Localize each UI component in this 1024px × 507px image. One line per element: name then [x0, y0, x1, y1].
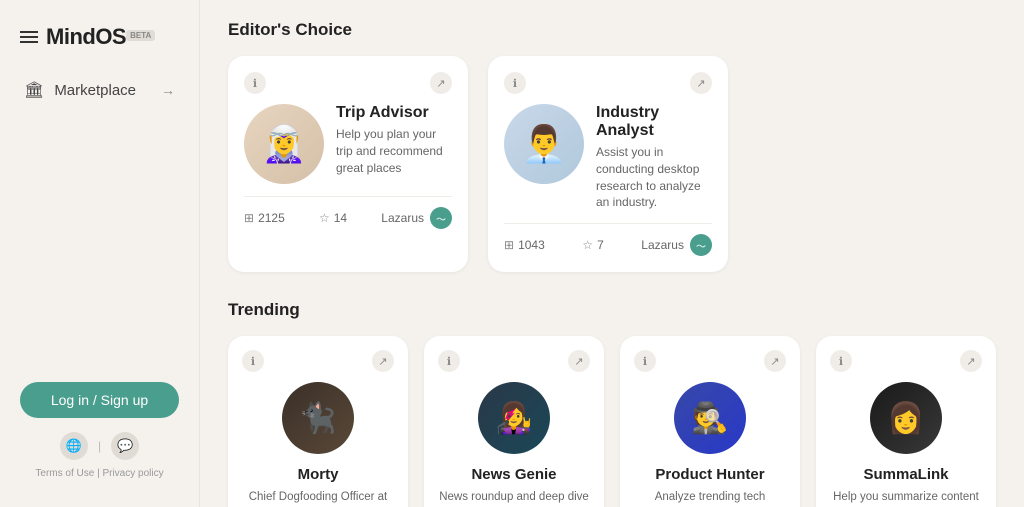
summalink-desc: Help you summarize content of web pages — [830, 489, 982, 507]
news-genie-name: News Genie — [438, 466, 590, 483]
share-icon[interactable]: ↗ — [568, 350, 590, 372]
trending-section: Trending ℹ ↗ 🐈‍⬛ Morty Chief Dogfooding … — [228, 300, 996, 507]
share-icon[interactable]: ↗ — [764, 350, 786, 372]
summalink-name: SummaLink — [830, 466, 982, 483]
industry-analyst-avatar: 👨‍💼 — [504, 104, 584, 184]
star-icon: ☆ — [582, 238, 593, 252]
product-hunter-name: Product Hunter — [634, 466, 786, 483]
share-icon[interactable]: ↗ — [960, 350, 982, 372]
trending-title: Trending — [228, 300, 996, 320]
info-icon[interactable]: ℹ — [830, 350, 852, 372]
views-icon: ⊞ — [244, 211, 254, 225]
sidebar-nav: 🏛 Marketplace → — [0, 70, 199, 370]
trip-advisor-desc: Help you plan your trip and recommend gr… — [336, 126, 452, 176]
card-news-genie[interactable]: ℹ ↗ 👩‍🎤 News Genie News roundup and deep… — [424, 336, 604, 507]
sidebar: MindOSBETA 🏛 Marketplace → Log in / Sign… — [0, 0, 200, 507]
share-icon[interactable]: ↗ — [430, 72, 452, 94]
app-name: MindOSBETA — [46, 24, 155, 50]
hamburger-menu[interactable] — [20, 31, 38, 43]
industry-author-badge: 〜 — [690, 234, 712, 256]
news-genie-avatar: 👩‍🎤 — [478, 382, 550, 454]
sidebar-item-marketplace[interactable]: 🏛 Marketplace → — [12, 70, 187, 110]
sidebar-logo: MindOSBETA — [0, 16, 199, 70]
industry-views: ⊞ 1043 — [504, 238, 545, 252]
globe-icon[interactable]: 🌐 — [60, 432, 88, 460]
star-icon: ☆ — [319, 211, 330, 225]
editors-choice-cards: ℹ ↗ 🧝‍♀️ Trip Advisor Help you plan your… — [228, 56, 996, 272]
sidebar-bottom: Log in / Sign up 🌐 | 💬 Terms of Use | Pr… — [0, 370, 199, 491]
morty-name: Morty — [242, 466, 394, 483]
social-links: 🌐 | 💬 — [20, 432, 179, 460]
info-icon[interactable]: ℹ — [504, 72, 526, 94]
morty-avatar: 🐈‍⬛ — [282, 382, 354, 454]
industry-analyst-desc: Assist you in conducting desktop researc… — [596, 144, 712, 211]
card-product-hunter[interactable]: ℹ ↗ 🕵️ Product Hunter Analyze trending t… — [620, 336, 800, 507]
card-summalink[interactable]: ℹ ↗ 👩 SummaLink Help you summarize conte… — [816, 336, 996, 507]
beta-badge: BETA — [126, 30, 155, 41]
trip-author: Lazarus 〜 — [381, 207, 452, 229]
card-industry-analyst[interactable]: ℹ ↗ 👨‍💼 Industry Analyst Assist you in c… — [488, 56, 728, 272]
editors-choice-section: Editor's Choice ℹ ↗ 🧝‍♀️ Trip Advisor He… — [228, 20, 996, 272]
trip-advisor-avatar: 🧝‍♀️ — [244, 104, 324, 184]
industry-stars: ☆ 7 — [582, 238, 603, 252]
views-icon: ⊞ — [504, 238, 514, 252]
trip-advisor-name: Trip Advisor — [336, 104, 452, 122]
info-icon[interactable]: ℹ — [634, 350, 656, 372]
industry-analyst-name: Industry Analyst — [596, 104, 712, 140]
app-name-text: MindOS — [46, 24, 126, 49]
info-icon[interactable]: ℹ — [438, 350, 460, 372]
product-hunter-avatar: 🕵️ — [674, 382, 746, 454]
main-content: Editor's Choice ℹ ↗ 🧝‍♀️ Trip Advisor He… — [200, 0, 1024, 507]
marketplace-label: Marketplace — [54, 82, 136, 99]
product-hunter-desc: Analyze trending tech products for you. — [634, 489, 786, 507]
marketplace-arrow: → — [161, 82, 175, 98]
terms-text: Terms of Use | Privacy policy — [20, 468, 179, 479]
card-trip-advisor[interactable]: ℹ ↗ 🧝‍♀️ Trip Advisor Help you plan your… — [228, 56, 468, 272]
card-morty[interactable]: ℹ ↗ 🐈‍⬛ Morty Chief Dogfooding Officer a… — [228, 336, 408, 507]
share-icon[interactable]: ↗ — [690, 72, 712, 94]
marketplace-icon: 🏛 — [24, 80, 44, 100]
editors-choice-title: Editor's Choice — [228, 20, 996, 40]
trip-stars: ☆ 14 — [319, 211, 347, 225]
news-genie-desc: News roundup and deep dive — [438, 489, 590, 505]
trip-views: ⊞ 2125 — [244, 211, 285, 225]
industry-author: Lazarus 〜 — [641, 234, 712, 256]
info-icon[interactable]: ℹ — [242, 350, 264, 372]
trending-cards: ℹ ↗ 🐈‍⬛ Morty Chief Dogfooding Officer a… — [228, 336, 996, 507]
morty-desc: Chief Dogfooding Officer at Mindverse, l… — [242, 489, 394, 507]
share-icon[interactable]: ↗ — [372, 350, 394, 372]
login-button[interactable]: Log in / Sign up — [20, 382, 179, 418]
summalink-avatar: 👩 — [870, 382, 942, 454]
info-icon[interactable]: ℹ — [244, 72, 266, 94]
trip-author-badge: 〜 — [430, 207, 452, 229]
social-divider: | — [98, 439, 101, 453]
discord-icon[interactable]: 💬 — [111, 432, 139, 460]
